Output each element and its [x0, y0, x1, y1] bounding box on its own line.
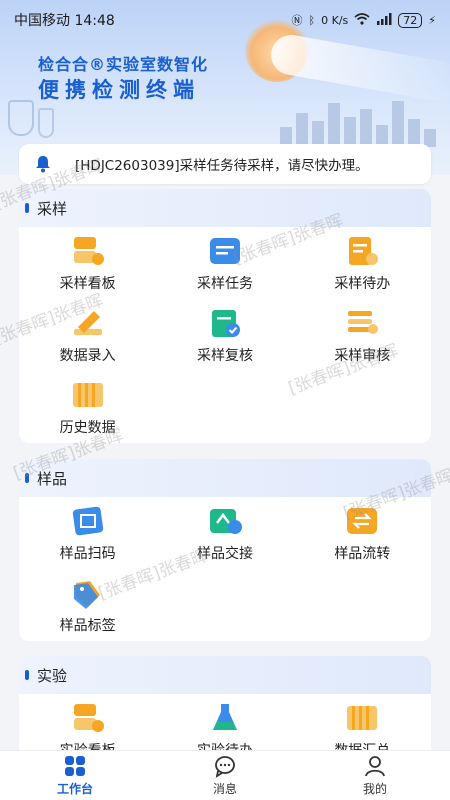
menu-item-sampling-todo[interactable]: 采样待办 — [294, 227, 431, 299]
profile-icon — [365, 756, 385, 777]
menu-item-sample-handover[interactable]: 样品交接 — [156, 497, 293, 569]
section-title: 采样 — [37, 199, 68, 218]
tab-profile[interactable]: 我的 — [300, 751, 450, 800]
wifi-icon — [354, 12, 370, 28]
sampling-todo-icon — [349, 237, 379, 265]
menu-item-history-data[interactable]: 历史数据 — [19, 371, 156, 443]
sampling-dashboard-icon — [73, 237, 104, 265]
section-marker — [25, 473, 29, 483]
brand-subtitle: 检合合®实验室数智化 — [38, 55, 209, 74]
tab-messages[interactable]: 消息 — [150, 751, 300, 800]
notice-bar[interactable]: [HDJC2603039]采样任务待采样，请尽快办理。 — [19, 144, 431, 184]
section-sampling: 采样 采样看板 采样任务 采样待办 数据录入 采样复核 采样审核 历史数据 — [19, 189, 431, 443]
menu-item-label: 采样审核 — [334, 348, 391, 364]
bell-icon — [36, 156, 50, 173]
section-marker — [25, 670, 29, 680]
menu-item-label: 样品标签 — [59, 618, 116, 634]
menu-item-label: 样品扫码 — [59, 546, 116, 562]
menu-item-label: 采样待办 — [334, 276, 391, 292]
charging-icon: ⚡ — [428, 13, 436, 27]
menu-item-label: 历史数据 — [59, 420, 116, 436]
data-summary-icon — [347, 706, 378, 730]
menu-item-sampling-audit[interactable]: 采样审核 — [294, 299, 431, 371]
notice-text: [HDJC2603039]采样任务待采样，请尽快办理。 — [75, 158, 369, 174]
menu-item-label: 数据录入 — [59, 348, 116, 364]
section-title: 实验 — [37, 666, 68, 685]
section-sample: 样品 样品扫码 样品交接 样品流转 样品标签 — [19, 459, 431, 641]
menu-item-sample-scan[interactable]: 样品扫码 — [19, 497, 156, 569]
city-skyline-decoration — [280, 97, 450, 147]
flask-decoration-small — [38, 108, 54, 138]
nfc-icon: Ⓝ — [291, 14, 303, 27]
status-bar: 中国移动 14:48 Ⓝ ᛒ 0 K/s 72 ⚡ — [0, 0, 450, 40]
menu-item-label: 采样任务 — [196, 276, 253, 292]
bluetooth-icon: ᛒ — [308, 13, 316, 27]
sample-flow-icon — [347, 508, 378, 534]
section-marker — [25, 203, 29, 213]
signal-icon — [376, 12, 392, 28]
sample-handover-icon — [209, 509, 242, 534]
menu-item-sample-label[interactable]: 样品标签 — [19, 569, 156, 641]
menu-item-label: 样品流转 — [334, 546, 391, 562]
section-title: 样品 — [37, 469, 68, 488]
tab-label: 我的 — [362, 782, 387, 796]
sample-scan-icon — [72, 506, 103, 536]
carrier-name: 中国移动 — [14, 13, 70, 29]
menu-item-sample-flow[interactable]: 样品流转 — [294, 497, 431, 569]
section-header: 样品 — [19, 459, 431, 497]
status-time: 14:48 — [74, 13, 115, 29]
lab-dashboard-icon — [73, 704, 104, 732]
menu-item-data-entry[interactable]: 数据录入 — [19, 299, 156, 371]
data-entry-icon — [73, 311, 102, 335]
menu-item-label: 采样看板 — [59, 276, 116, 292]
sampling-task-icon — [209, 238, 240, 264]
menu-item-sampling-dashboard[interactable]: 采样看板 — [19, 227, 156, 299]
lab-todo-icon — [212, 704, 237, 730]
bottom-tab-bar: 工作台 消息 我的 — [0, 750, 450, 800]
menu-item-sampling-task[interactable]: 采样任务 — [156, 227, 293, 299]
sample-label-icon — [73, 581, 100, 609]
flask-decoration — [8, 100, 34, 136]
net-speed: 0 K/s — [321, 13, 349, 27]
workbench-icon — [65, 756, 85, 776]
section-header: 采样 — [19, 189, 431, 227]
sampling-review-icon — [211, 310, 240, 337]
message-icon — [215, 756, 235, 778]
menu-item-label: 采样复核 — [196, 348, 253, 364]
battery-indicator: 72 — [398, 12, 423, 28]
section-header: 实验 — [19, 656, 431, 694]
menu-item-label: 样品交接 — [196, 546, 253, 562]
tab-label: 消息 — [212, 782, 237, 796]
tab-label: 工作台 — [56, 782, 93, 796]
brand-title: 便携检测终端 — [38, 78, 200, 102]
tab-workbench[interactable]: 工作台 — [0, 751, 150, 800]
sampling-audit-icon — [348, 311, 379, 334]
history-data-icon — [72, 383, 103, 407]
menu-item-sampling-review[interactable]: 采样复核 — [156, 299, 293, 371]
light-ray-decoration — [267, 31, 450, 105]
